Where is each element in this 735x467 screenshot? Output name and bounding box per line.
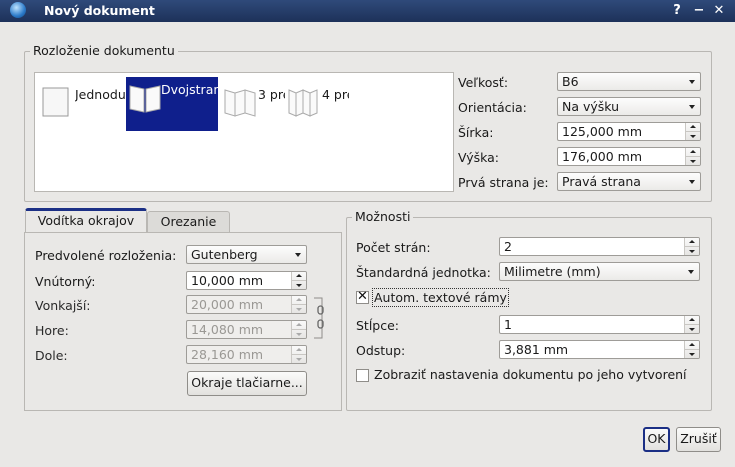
- bottom-value: 28,160 mm: [191, 347, 264, 362]
- cancel-button[interactable]: Zrušiť: [676, 427, 721, 452]
- outer-spinbox[interactable]: 20,000 mm: [186, 295, 307, 314]
- height-spinbox[interactable]: 176,000 mm: [557, 147, 701, 166]
- close-icon[interactable]: ✕: [710, 2, 728, 20]
- spinner-arrows-icon[interactable]: [684, 316, 699, 333]
- preset-value: Gutenberg: [191, 247, 258, 262]
- single-page-icon: [42, 87, 69, 117]
- pages-spinbox[interactable]: 2: [499, 237, 700, 256]
- unit-select[interactable]: Milimetre (mm): [499, 262, 700, 281]
- top-value: 14,080 mm: [191, 322, 264, 337]
- spinner-arrows-icon: [291, 321, 306, 338]
- width-label: Šírka:: [458, 125, 494, 140]
- first-page-label: Prvá strana je:: [458, 175, 549, 190]
- minimize-icon[interactable]: −: [690, 2, 708, 20]
- tab-bleed[interactable]: Orezanie: [147, 211, 230, 233]
- four-fold-icon: [288, 89, 318, 117]
- layout-item-four-fold[interactable]: 4 prelomy: [287, 81, 349, 131]
- three-fold-icon: [224, 89, 256, 117]
- first-page-value: Pravá strana: [562, 174, 641, 189]
- document-layout-group-label: Rozloženie dokumentu: [30, 43, 178, 58]
- spinner-arrows-icon[interactable]: [685, 148, 700, 165]
- top-spinbox[interactable]: 14,080 mm: [186, 320, 307, 339]
- height-value: 176,000 mm: [562, 149, 643, 164]
- outer-label: Vonkajší:: [35, 298, 91, 313]
- tab-margin-guides[interactable]: Vodítka okrajov: [25, 208, 147, 232]
- spinner-arrows-icon: [291, 296, 306, 313]
- layout-list[interactable]: Jednoduchá strana Dvojstrany 3 prelomy 4…: [34, 72, 454, 192]
- columns-spinbox[interactable]: 1: [499, 315, 700, 334]
- auto-frames-label[interactable]: Autom. textové rámy: [372, 288, 509, 307]
- printer-margins-button[interactable]: Okraje tlačiarne...: [187, 371, 307, 396]
- pages-label: Počet strán:: [356, 240, 431, 255]
- size-select[interactable]: B6: [557, 72, 701, 91]
- bottom-label: Dole:: [35, 348, 68, 363]
- gap-value: 3,881 mm: [504, 342, 569, 357]
- size-value: B6: [562, 74, 579, 89]
- spinner-arrows-icon: [291, 346, 306, 363]
- chevron-down-icon: [685, 73, 700, 90]
- spinner-arrows-icon[interactable]: [684, 238, 699, 255]
- bottom-spinbox[interactable]: 28,160 mm: [186, 345, 307, 364]
- size-label: Veľkosť:: [458, 75, 509, 90]
- height-label: Výška:: [458, 150, 500, 165]
- outer-value: 20,000 mm: [191, 297, 264, 312]
- gap-label: Odstup:: [356, 343, 406, 358]
- orientation-value: Na výšku: [562, 99, 620, 114]
- columns-value: 1: [504, 317, 512, 332]
- top-label: Hore:: [35, 323, 69, 338]
- orientation-select[interactable]: Na výšku: [557, 97, 701, 116]
- preset-select[interactable]: Gutenberg: [186, 245, 307, 264]
- inner-spinbox[interactable]: 10,000 mm: [186, 271, 307, 290]
- double-page-icon: [129, 85, 161, 113]
- show-settings-label[interactable]: Zobraziť nastavenia dokumentu po jeho vy…: [374, 367, 687, 382]
- help-icon[interactable]: ?: [668, 2, 686, 20]
- width-value: 125,000 mm: [562, 124, 643, 139]
- columns-label: Stĺpce:: [356, 318, 400, 333]
- auto-frames-checkbox[interactable]: [356, 289, 369, 304]
- chain-link-icon[interactable]: [312, 296, 326, 340]
- pages-value: 2: [504, 239, 512, 254]
- inner-label: Vnútorný:: [35, 274, 96, 289]
- inner-value: 10,000 mm: [191, 273, 264, 288]
- chevron-down-icon: [685, 98, 700, 115]
- spinner-arrows-icon[interactable]: [684, 341, 699, 358]
- layout-item-three-fold[interactable]: 3 prelomy: [223, 81, 285, 131]
- chevron-down-icon: [685, 173, 700, 190]
- title-bar[interactable]: Nový dokument ? − ✕: [0, 0, 735, 22]
- unit-label: Štandardná jednotka:: [356, 265, 491, 280]
- ok-button[interactable]: OK: [643, 427, 670, 452]
- layout-item-single[interactable]: Jednoduchá strana: [40, 81, 125, 131]
- gap-spinbox[interactable]: 3,881 mm: [499, 340, 700, 359]
- layout-item-double[interactable]: Dvojstrany: [126, 77, 218, 131]
- show-settings-checkbox[interactable]: [356, 369, 369, 382]
- options-group-label: Možnosti: [352, 209, 414, 224]
- window-title: Nový dokument: [44, 3, 155, 18]
- spinner-arrows-icon[interactable]: [291, 272, 306, 289]
- first-page-select[interactable]: Pravá strana: [557, 172, 701, 191]
- chevron-down-icon: [291, 246, 306, 263]
- chevron-down-icon: [684, 263, 699, 280]
- orientation-label: Orientácia:: [458, 100, 527, 115]
- width-spinbox[interactable]: 125,000 mm: [557, 122, 701, 141]
- preset-label: Predvolené rozloženia:: [35, 248, 177, 263]
- spinner-arrows-icon[interactable]: [685, 123, 700, 140]
- globe-icon: [10, 2, 26, 18]
- unit-value: Milimetre (mm): [504, 264, 601, 279]
